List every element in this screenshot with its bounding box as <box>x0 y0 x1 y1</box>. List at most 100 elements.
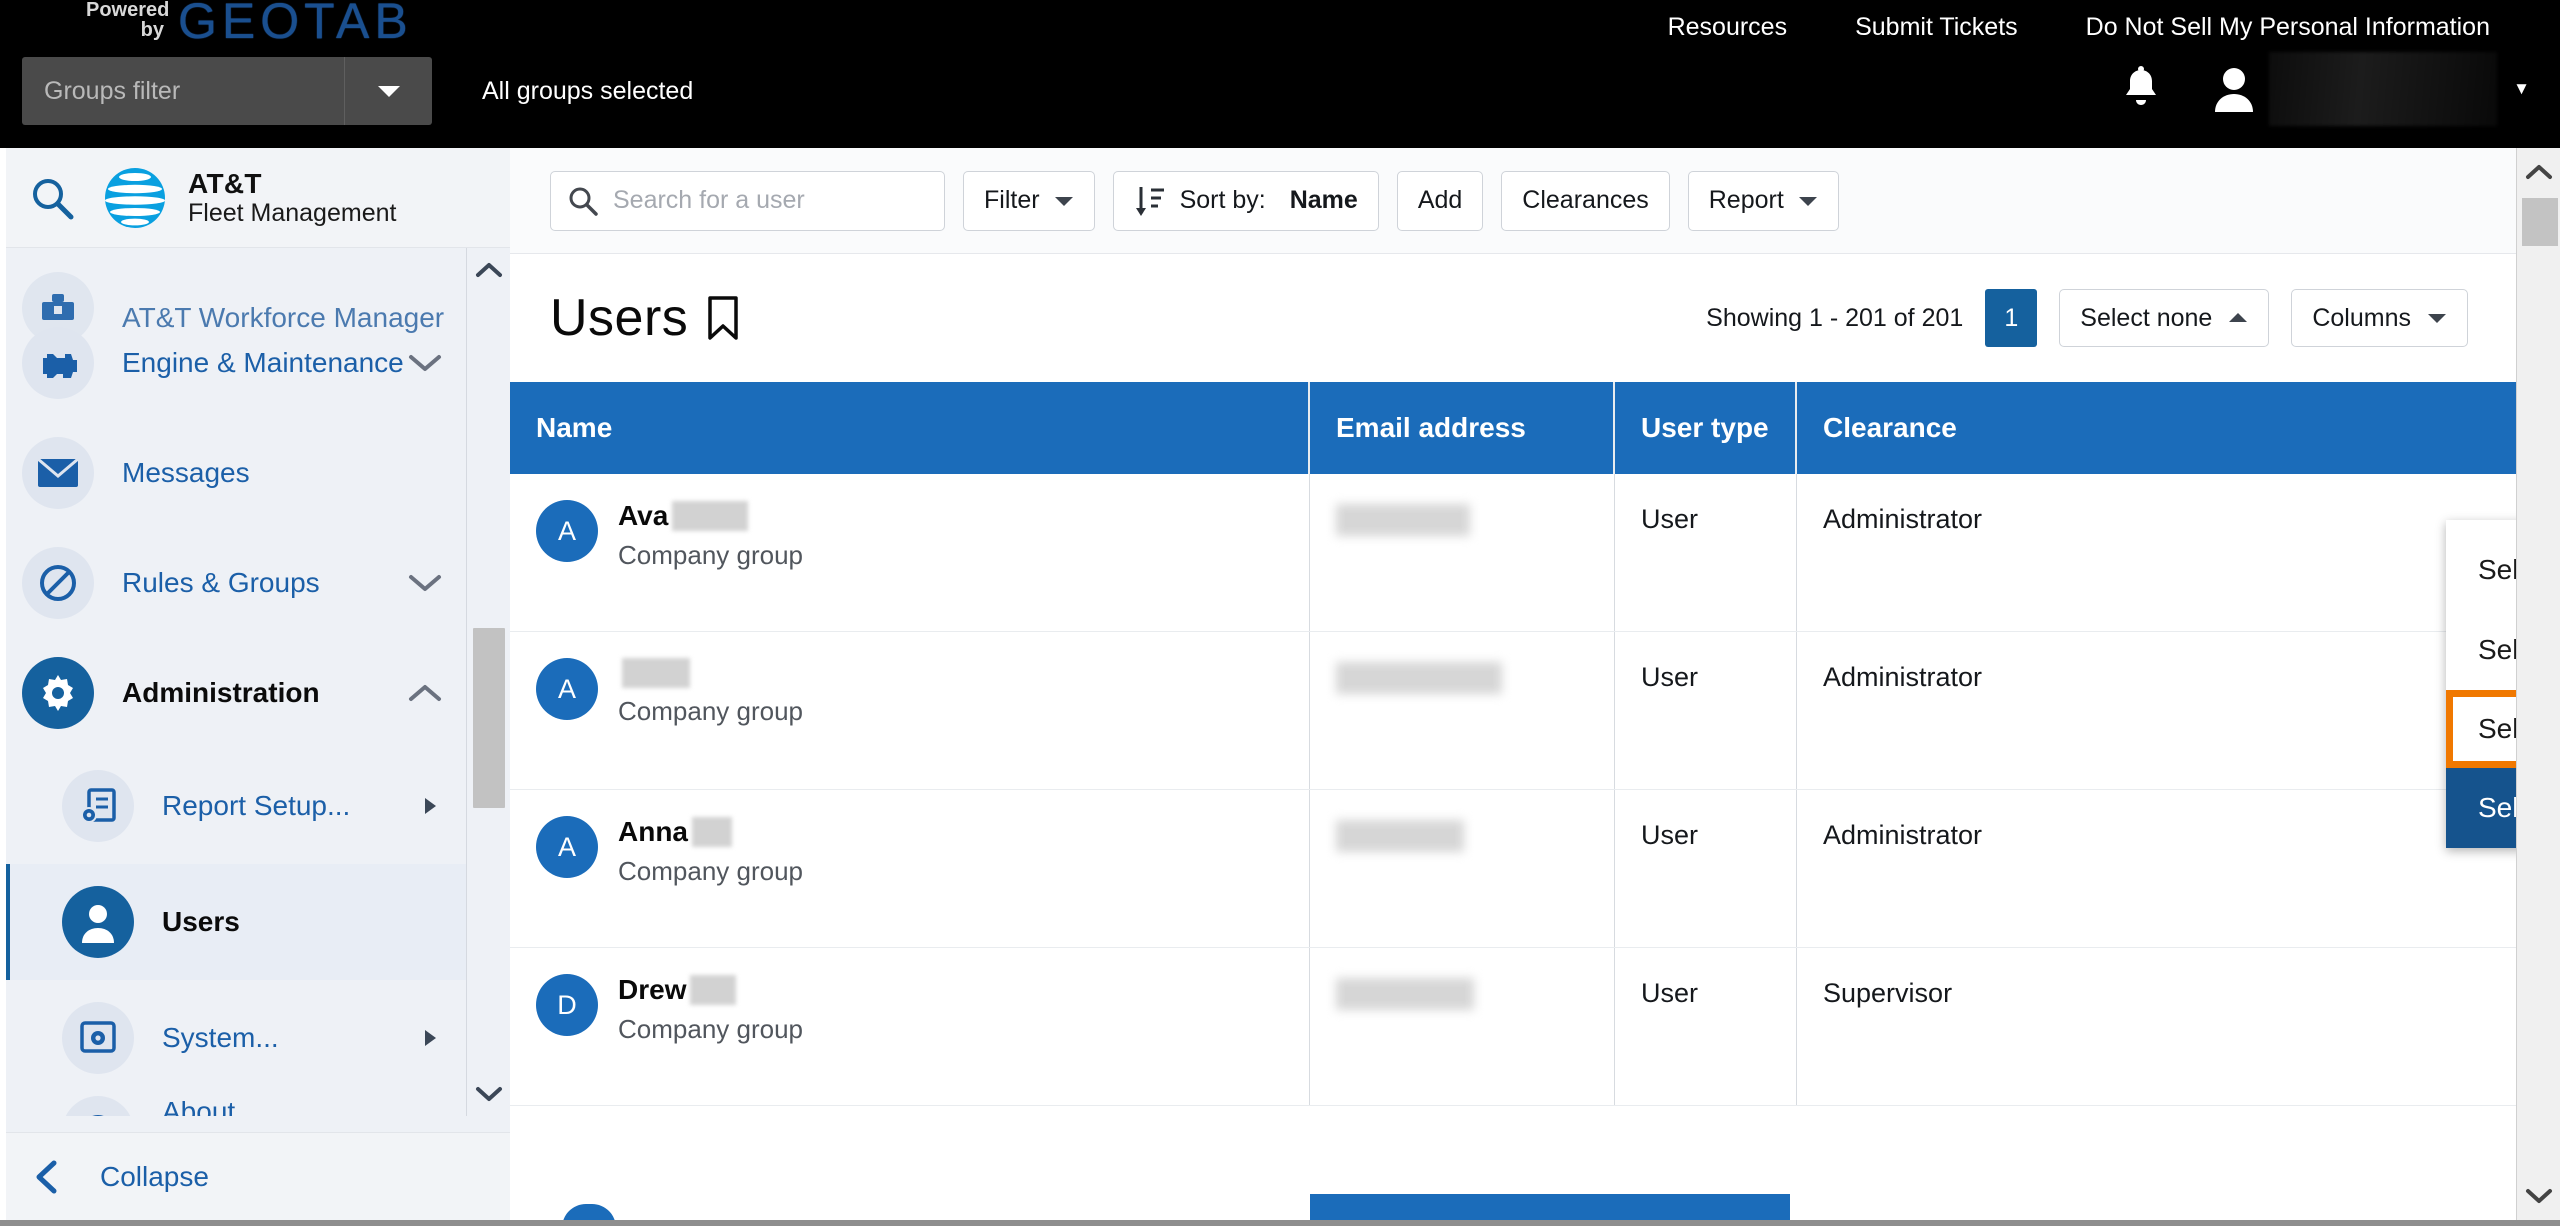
sidebar-item-engine-maintenance[interactable]: Engine & Maintenance <box>0 308 510 418</box>
report-button[interactable]: Report <box>1687 170 1839 231</box>
sidebar-item-label: System... <box>162 1022 279 1053</box>
sidebar-collapse-button[interactable]: Collapse <box>0 1132 510 1220</box>
application-window: Powered by GEOTAB Resources Submit Ticke… <box>0 0 2560 1226</box>
avatar: A <box>536 816 598 878</box>
powered-by-label: Powered by <box>86 0 169 40</box>
sidebar-item-administration[interactable]: Administration <box>0 638 510 748</box>
header-right-controls: ▼ <box>2111 52 2530 126</box>
search-icon[interactable] <box>0 174 104 222</box>
top-link-resources[interactable]: Resources <box>1634 5 1822 50</box>
cell-clearance: Administrator <box>1823 504 1983 534</box>
user-name <box>618 658 803 688</box>
main-scroll-up-icon[interactable] <box>2517 148 2560 196</box>
groups-filter-control[interactable]: Groups filter <box>22 57 432 125</box>
sidebar-brand-text: AT&T Fleet Management <box>188 168 396 227</box>
cell-name: A Ava Company group <box>510 474 1310 631</box>
dropdown-item-select-visible[interactable]: Select visible <box>2446 530 2516 610</box>
redacted-email <box>1336 820 1464 852</box>
sidebar-item-report-setup[interactable]: Report Setup... <box>0 748 510 864</box>
cell-clearance: Supervisor <box>1823 978 1953 1008</box>
cell-user-type: User <box>1615 632 1797 789</box>
columns-button[interactable]: Columns <box>2291 289 2468 347</box>
sidebar-item-messages[interactable]: Messages <box>0 418 510 528</box>
dropdown-item-select-all[interactable]: Select all <box>2446 690 2516 768</box>
filter-button[interactable]: Filter <box>963 170 1095 231</box>
cell-name: A Company group <box>510 632 1310 789</box>
sidebar-item-label: Report Setup... <box>162 790 351 821</box>
dropdown-item-select-none[interactable]: Select none <box>2446 768 2516 848</box>
user-name: Ava <box>618 500 803 532</box>
chevron-left-icon <box>34 1160 60 1194</box>
table-row[interactable]: A Company group User Administrator <box>510 632 2516 790</box>
collapse-label: Collapse <box>100 1160 209 1192</box>
sidebar-item-rules-groups[interactable]: Rules & Groups <box>0 528 510 638</box>
user-name: Drew <box>618 974 803 1006</box>
top-link-submit-tickets[interactable]: Submit Tickets <box>1821 5 2052 50</box>
cell-email <box>1310 474 1615 631</box>
clearances-button[interactable]: Clearances <box>1501 170 1670 231</box>
redacted-email <box>1336 504 1470 536</box>
gear-icon <box>22 657 94 729</box>
main-left-edge <box>0 148 6 1220</box>
sidebar-item-about[interactable]: About <box>0 1096 510 1116</box>
bookmark-icon[interactable] <box>706 295 740 341</box>
column-header-clearance[interactable]: Clearance <box>1797 382 2516 474</box>
sidebar-scrollbar[interactable] <box>466 248 510 1116</box>
bell-icon[interactable] <box>2111 66 2171 112</box>
sidebar-scroll-down-icon[interactable] <box>467 1072 510 1116</box>
cell-name: D Drew Company group <box>510 948 1310 1105</box>
groups-filter-dropdown-button[interactable] <box>344 57 432 125</box>
cell-user-type: User <box>1615 948 1797 1105</box>
sidebar-item-label: Administration <box>122 677 320 708</box>
table-row[interactable]: A Ava Company group User Administrator <box>510 474 2516 632</box>
user-group: Company group <box>618 540 803 570</box>
report-setup-icon <box>62 770 134 842</box>
sidebar-item-workforce-manager[interactable]: AT&T Workforce Manager <box>0 248 510 344</box>
cell-email <box>1310 632 1615 789</box>
user-group: Company group <box>618 1014 803 1044</box>
search-input[interactable]: Search for a user <box>550 170 945 231</box>
columns-label: Columns <box>2312 303 2411 332</box>
sidebar-nav-list: AT&T Workforce Manager Engine & Maintena… <box>0 248 510 1116</box>
avatar: A <box>536 500 598 562</box>
chevron-down-icon <box>1798 195 1818 207</box>
cell-clearance: Administrator <box>1823 662 1983 692</box>
chevron-down-icon[interactable] <box>408 573 442 593</box>
sort-button[interactable]: Sort by: Name <box>1112 170 1379 231</box>
page-header: Users Showing 1 - 201 of 201 1 Select no… <box>510 254 2516 382</box>
select-none-button[interactable]: Select none <box>2059 289 2270 347</box>
account-name-redacted <box>2269 52 2498 126</box>
sidebar-scroll-thumb[interactable] <box>473 628 505 808</box>
column-header-user-type[interactable]: User type <box>1615 382 1797 474</box>
main-scroll-down-icon[interactable] <box>2517 1172 2560 1220</box>
column-header-name[interactable]: Name <box>510 382 1310 474</box>
page-title: Users <box>550 289 689 347</box>
dropdown-item-select-individual[interactable]: Select individual <box>2446 610 2516 690</box>
account-chevron-down-icon[interactable]: ▼ <box>2513 79 2530 99</box>
main-scroll-thumb[interactable] <box>2522 198 2558 246</box>
person-icon[interactable] <box>2205 66 2263 112</box>
column-header-email[interactable]: Email address <box>1310 382 1615 474</box>
table-row[interactable]: A Anna Company group User Administrator <box>510 790 2516 948</box>
main-scrollbar[interactable] <box>2516 148 2560 1220</box>
users-table: Name Email address User type Clearance A… <box>510 382 2516 1220</box>
sidebar-item-users[interactable]: Users <box>0 864 510 980</box>
chevron-up-icon[interactable] <box>408 683 442 703</box>
top-link-do-not-sell[interactable]: Do Not Sell My Personal Information <box>2052 5 2524 50</box>
chevron-down-icon[interactable] <box>408 353 442 373</box>
table-row[interactable]: D Drew Company group User Supervisor <box>510 948 2516 1106</box>
arrow-right-icon[interactable] <box>422 1028 438 1048</box>
sidebar-scroll-up-icon[interactable] <box>467 248 510 292</box>
users-icon <box>62 886 134 958</box>
partial-selected-cell <box>1310 1194 1790 1220</box>
add-button[interactable]: Add <box>1396 170 1484 231</box>
user-name: Anna <box>618 816 803 848</box>
chevron-down-icon <box>1054 195 1074 207</box>
page-number-button[interactable]: 1 <box>1985 289 2038 347</box>
arrow-right-icon[interactable] <box>422 796 438 816</box>
redacted-email <box>1336 662 1502 694</box>
redacted-last-name <box>692 817 732 847</box>
page-header-right: Showing 1 - 201 of 201 1 Select none Col… <box>1706 289 2468 347</box>
sidebar-item-system[interactable]: System... <box>0 980 510 1096</box>
groups-filter-input[interactable]: Groups filter <box>22 57 344 125</box>
